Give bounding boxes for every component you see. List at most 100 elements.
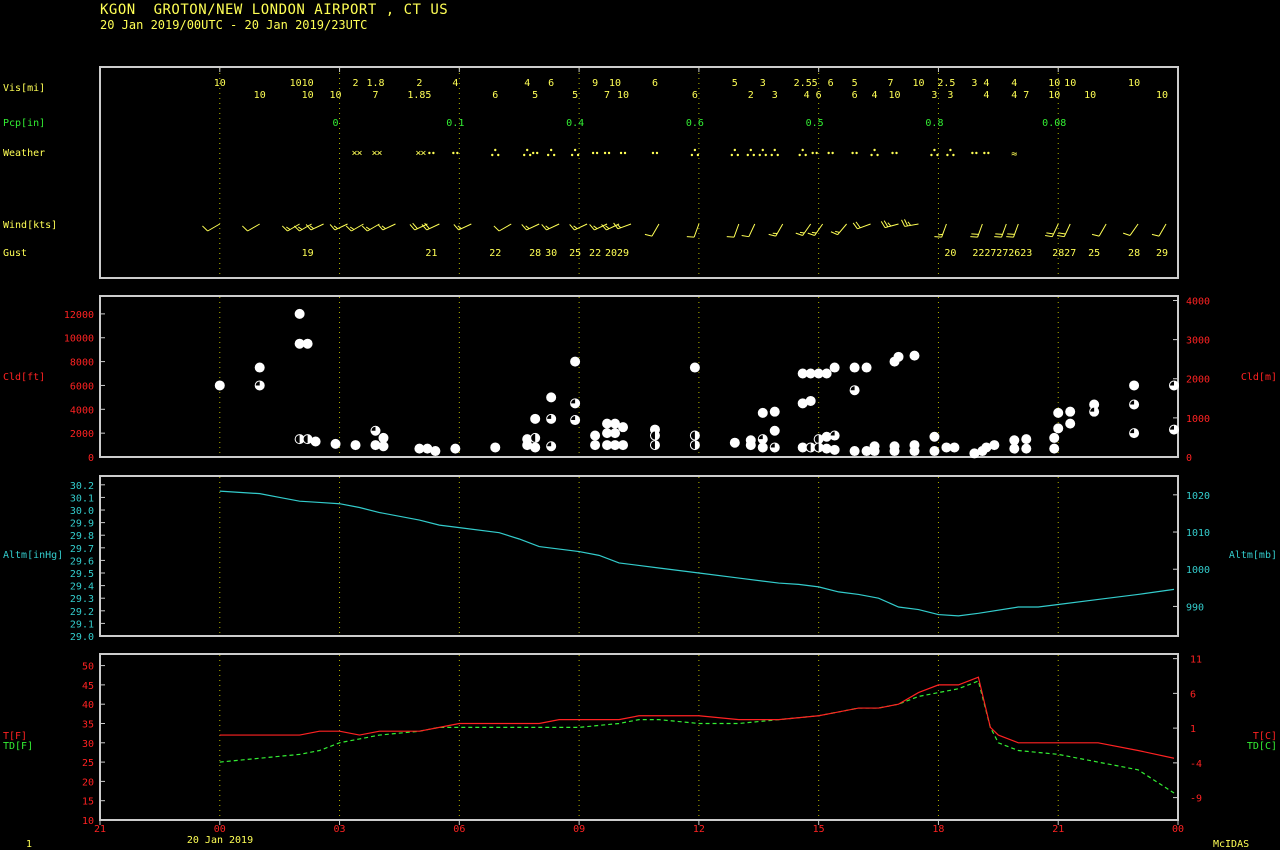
cloud-full — [893, 351, 904, 362]
cld-ft-tick: 12000 — [64, 310, 94, 321]
wind-barb — [202, 223, 221, 232]
cloud-full — [618, 422, 629, 433]
vis-value: 6 — [852, 90, 858, 101]
gust-value: 22 — [489, 248, 501, 259]
cloud-full — [989, 440, 1000, 451]
cloud-full — [1053, 423, 1064, 434]
label-wind: Wind[kts] — [3, 220, 57, 231]
x-tick-label: 21 — [94, 824, 106, 835]
vis-value: 10 — [302, 90, 314, 101]
cloud-scattered — [530, 432, 541, 443]
alt-mb-tick: 1020 — [1186, 491, 1210, 502]
cloud-scattered — [689, 430, 700, 441]
wind-barb — [970, 223, 983, 238]
vis-value: 3 — [947, 90, 953, 101]
wind-barb — [852, 221, 871, 230]
temp-f-tick: 50 — [82, 662, 94, 673]
temp-c-tick: -9 — [1190, 794, 1202, 805]
cloud-full — [1049, 432, 1060, 443]
cloud-full — [757, 407, 768, 418]
vis-value: 7 — [372, 90, 378, 101]
pcp-value: 0 — [333, 118, 339, 129]
gust-value: 20 — [944, 248, 956, 259]
cloud-full — [861, 362, 872, 373]
vis-value: 6 — [652, 78, 658, 89]
wind-barb — [768, 223, 784, 237]
cld-m-tick: 4000 — [1186, 296, 1210, 307]
vis-value: 2.5 — [794, 78, 812, 89]
temp-f-tick: 30 — [82, 739, 94, 750]
weather-symbol-rain — [428, 151, 435, 155]
vis-value: 10 — [1084, 90, 1096, 101]
vis-value: 10 — [330, 90, 342, 101]
cloud-broken — [1169, 380, 1180, 391]
cld-m-tick: 1000 — [1186, 414, 1210, 425]
dewpoint-line — [219, 680, 1175, 794]
wind-barb — [281, 223, 300, 232]
cloud-full — [821, 368, 832, 379]
wind-barb — [613, 222, 632, 230]
wind-barb — [1091, 223, 1107, 237]
cloud-broken — [829, 430, 840, 441]
cloud-full — [570, 356, 581, 367]
cloud-full — [1009, 443, 1020, 454]
weather-symbol-showers — [758, 148, 767, 157]
alt-inhg-tick: 30.1 — [70, 493, 94, 504]
wind-barb — [901, 219, 919, 227]
cloud-scattered — [649, 440, 660, 451]
cloud-full — [689, 362, 700, 373]
cloud-broken — [370, 425, 381, 436]
gust-value: 22 — [589, 248, 601, 259]
temp-f-tick: 40 — [82, 700, 94, 711]
gust-value: 27 — [1064, 248, 1076, 259]
alt-inhg-tick: 30.2 — [70, 481, 94, 492]
vis-value: 7 — [604, 90, 610, 101]
cloud-full — [530, 413, 541, 424]
vis-value: 10 — [1064, 78, 1076, 89]
cloud-full — [1021, 434, 1032, 445]
weather-symbol-rain — [827, 151, 834, 155]
gust-value: 23 — [1020, 248, 1032, 259]
x-tick-label: 18 — [932, 824, 944, 835]
cloud-full — [849, 362, 860, 373]
cloud-full — [450, 443, 461, 454]
vis-value: 6 — [816, 90, 822, 101]
vis-value: 2 — [416, 78, 422, 89]
vis-value: 9 — [592, 78, 598, 89]
cloud-broken — [1089, 406, 1100, 417]
vis-value: 5 — [852, 78, 858, 89]
pcp-value: 0.08 — [1042, 118, 1066, 129]
cloud-full — [1049, 443, 1060, 454]
cloud-full — [330, 438, 341, 449]
cloud-full — [618, 440, 629, 451]
cloud-scattered — [649, 430, 660, 441]
alt-inhg-tick: 29.8 — [70, 531, 94, 542]
vis-value: 1.85 — [407, 90, 431, 101]
label-alt-mb: Altm[mb] — [1229, 550, 1277, 561]
weather-symbol-showers — [690, 148, 700, 157]
x-tick-label: 00 — [1172, 824, 1184, 835]
vis-value: 4 — [804, 90, 810, 101]
cloud-full — [745, 440, 756, 451]
vis-value: 2.5 — [937, 78, 955, 89]
vis-value: 10 — [912, 78, 924, 89]
wind-barb — [741, 223, 756, 238]
vis-value: 10 — [609, 78, 621, 89]
label-alt-inhg: Altm[inHg] — [3, 550, 63, 561]
wind-barb — [1151, 223, 1167, 237]
cloud-broken — [757, 434, 768, 445]
panel-frame-3 — [99, 653, 1179, 821]
vis-value: 3 — [971, 78, 977, 89]
cloud-full — [214, 380, 225, 391]
wind-barb — [1122, 223, 1139, 236]
cloud-full — [302, 338, 313, 349]
cloud-full — [546, 392, 557, 403]
alt-inhg-tick: 29.5 — [70, 569, 94, 580]
vis-value: 4 — [452, 78, 458, 89]
wind-barb — [830, 223, 847, 236]
vis-value: 4 — [983, 90, 989, 101]
cloud-full — [1129, 380, 1140, 391]
gust-value: 21 — [425, 248, 437, 259]
alt-inhg-tick: 29.4 — [70, 582, 94, 593]
cloud-broken — [570, 398, 581, 409]
